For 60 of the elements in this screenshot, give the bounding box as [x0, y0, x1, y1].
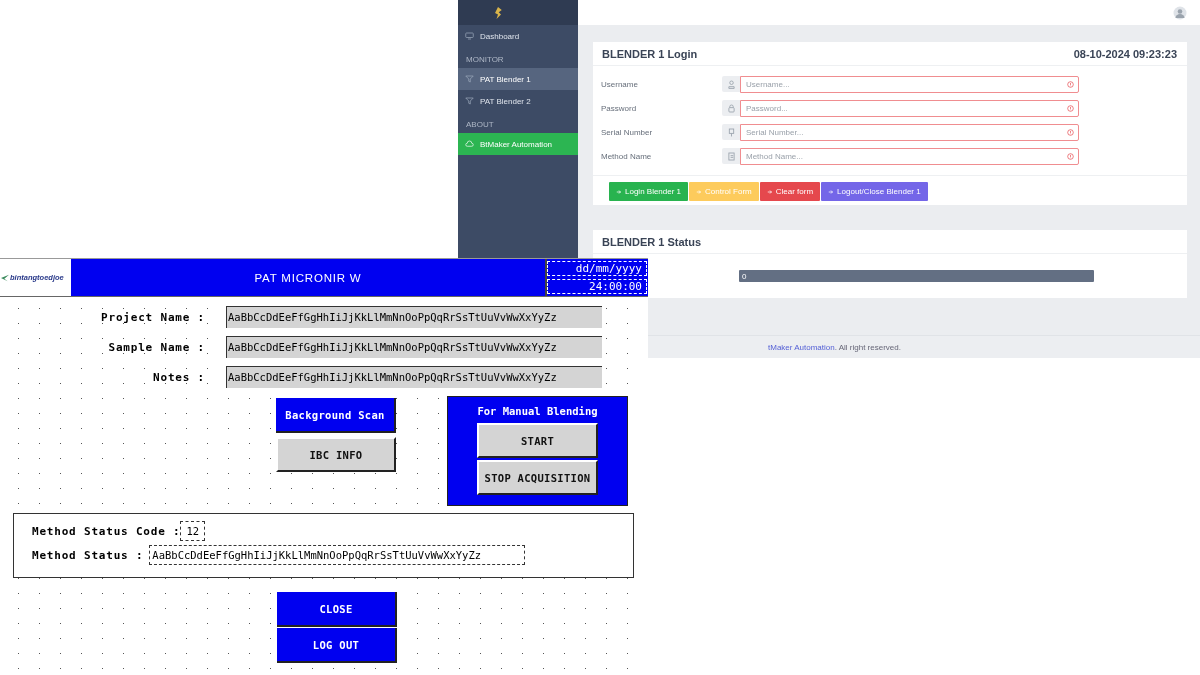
- card-title: BLENDER 1 Login: [602, 47, 698, 60]
- footer-link[interactable]: tMaker Automation: [768, 342, 835, 352]
- nav-button[interactable]: LOG OUT: [277, 628, 397, 663]
- text-field[interactable]: AaBbCcDdEeFfGgHhIiJjKkLlMmNnOoPpQqRrSsTtUuVvWwXxYyZz: [226, 366, 602, 388]
- funnel-icon: [465, 97, 474, 105]
- field-label: Serial Number: [601, 127, 654, 137]
- pin-icon: [727, 127, 735, 137]
- sidebar-heading: ABOUT: [465, 119, 495, 131]
- date-display: dd/mm/yyyy: [547, 261, 647, 276]
- error-icon: [1067, 128, 1074, 136]
- nav-button[interactable]: CLOSE: [277, 592, 397, 627]
- field-label: Method Name: [601, 151, 653, 161]
- arrow-icon: [766, 188, 773, 195]
- field-label: Notes :: [152, 370, 206, 384]
- text-field[interactable]: AaBbCcDdEeFfGgHhIiJjKkLlMmNnOoPpQqRrSsTtUuVvWwXxYyZz: [226, 306, 602, 328]
- sidebar-item[interactable]: PAT Blender 2: [458, 90, 578, 112]
- logo-icon: [492, 5, 504, 20]
- field-label: Sample Name :: [107, 340, 206, 354]
- field-label: Project Name :: [100, 310, 206, 324]
- footer-text: . All right reserved.: [834, 342, 901, 352]
- cloud-icon: [465, 140, 474, 148]
- lock-icon: [727, 103, 735, 113]
- user-icon: [727, 79, 735, 89]
- sidebar-item[interactable]: Dashboard: [458, 25, 578, 47]
- panel-title: For Manual Blending: [477, 405, 598, 417]
- text-input[interactable]: Password...: [740, 99, 1079, 117]
- screen-title: PAT MICRONIR W: [71, 259, 547, 296]
- text-field[interactable]: AaBbCcDdEeFfGgHhIiJjKkLlMmNnOoPpQqRrSsTtUuVvWwXxYyZz: [226, 336, 602, 358]
- status-label: Method Status :: [32, 548, 144, 562]
- logo-icon: [1, 273, 9, 282]
- panel-button[interactable]: STOP ACQUISITION: [477, 460, 598, 495]
- arrow-icon: [616, 188, 622, 195]
- monitor-icon: [465, 32, 474, 40]
- error-icon: [1067, 80, 1074, 88]
- sidebar-item[interactable]: PAT Blender 1: [458, 68, 578, 90]
- funnel-icon: [465, 75, 474, 83]
- avatar-icon[interactable]: [1173, 5, 1187, 20]
- status-code-label: Method Status Code :: [32, 524, 181, 538]
- text-input[interactable]: Method Name...: [740, 147, 1079, 165]
- text-input[interactable]: Serial Number...: [740, 123, 1079, 141]
- status-value: AaBbCcDdEeFfGgHhIiJjKkLlMmNnOoPpQqRrSsTtUuVvWwXxYyZz: [149, 545, 526, 565]
- form-button[interactable]: Logout/Close Blender 1: [821, 182, 928, 201]
- error-icon: [1067, 104, 1074, 112]
- form-button[interactable]: Clear form: [759, 182, 821, 201]
- arrow-icon: [696, 188, 703, 195]
- sidebar-heading: MONITOR: [465, 54, 505, 66]
- field-label: Username: [601, 79, 639, 89]
- text-input[interactable]: Username...: [740, 75, 1079, 93]
- card-title: BLENDER 1 Status: [602, 235, 702, 248]
- time-display: 24:00:00: [547, 279, 647, 294]
- date-time: 08-10-2024 09:23:23: [1073, 47, 1177, 60]
- document-icon: [727, 151, 735, 161]
- progress-label: 0: [741, 271, 747, 281]
- arrow-icon: [828, 188, 835, 195]
- status-code-value: 12: [180, 521, 206, 541]
- action-button[interactable]: IBC INFO: [276, 437, 396, 472]
- field-label: Password: [601, 103, 638, 113]
- action-button[interactable]: Background Scan: [276, 398, 396, 433]
- error-icon: [1067, 152, 1074, 160]
- panel-button[interactable]: START: [477, 423, 598, 458]
